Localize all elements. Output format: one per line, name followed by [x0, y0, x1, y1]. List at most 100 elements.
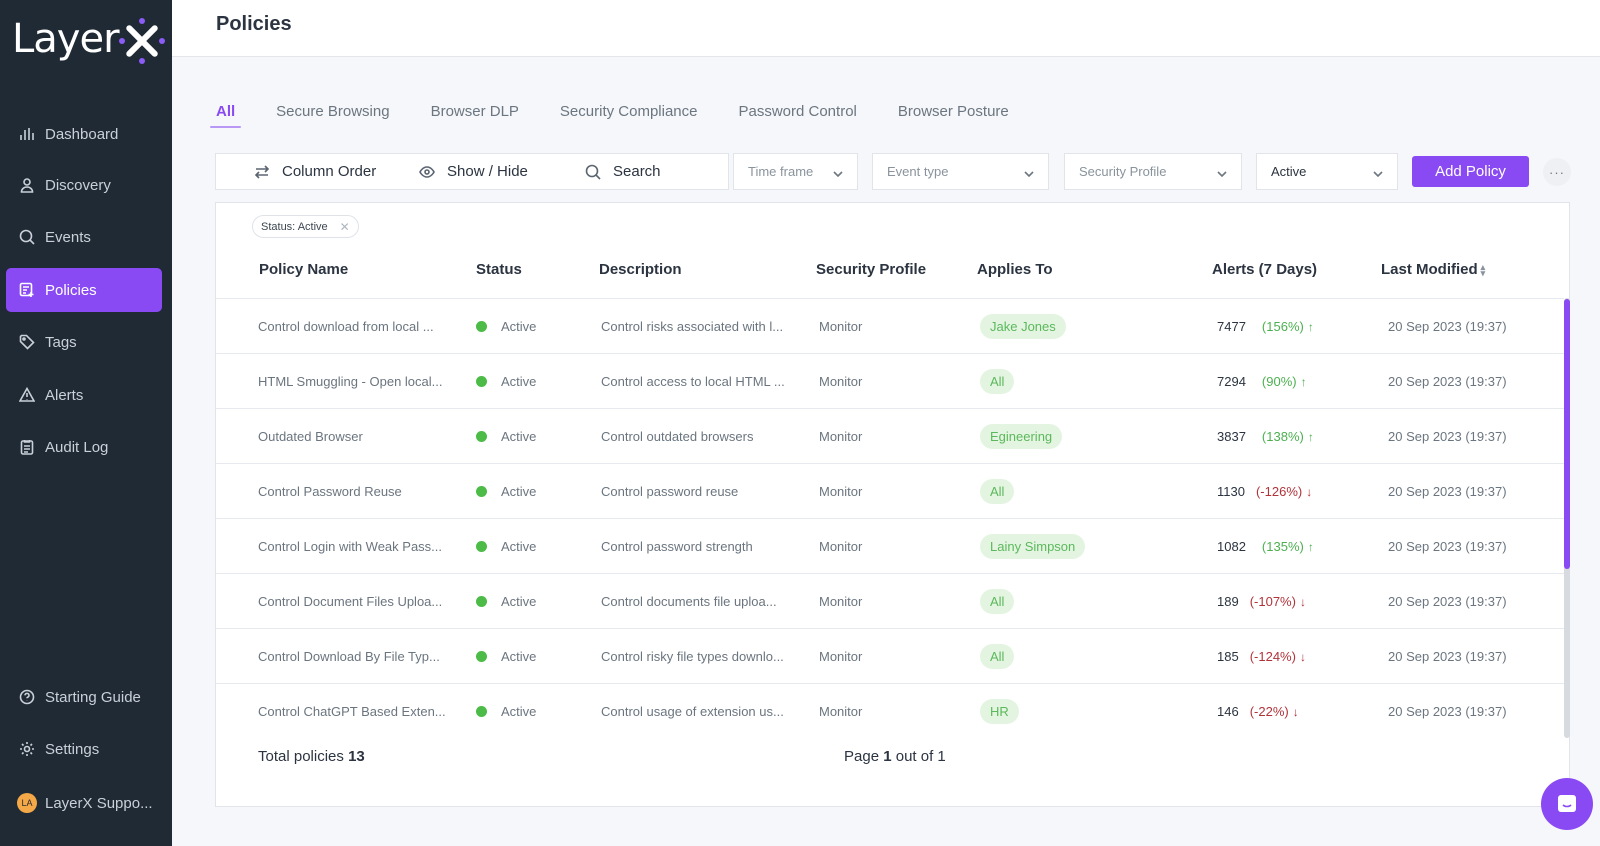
sidebar-item-settings[interactable]: Settings — [6, 727, 162, 771]
sidebar-item-tags[interactable]: Tags — [6, 320, 162, 364]
status-text: Active — [501, 704, 537, 719]
status-cell: Active — [476, 519, 536, 574]
total-value: 13 — [348, 748, 365, 765]
tag-icon — [19, 334, 35, 350]
sidebar-item-events[interactable]: Events — [6, 215, 162, 259]
sidebar-item-label: Policies — [45, 281, 97, 299]
show-hide-button[interactable]: Show / Hide — [419, 163, 528, 180]
table-row[interactable]: Outdated Browser Active Control outdated b… — [216, 408, 1564, 463]
column-order-button[interactable]: Column Order — [254, 163, 376, 180]
status-dot-icon — [476, 431, 487, 442]
column-header-status[interactable]: Status — [476, 261, 522, 278]
alerts-cell: 7294 (90%) ↑ — [1217, 354, 1307, 409]
policy-name-cell: Control ChatGPT Based Exten... — [258, 684, 446, 739]
page-suffix: out of 1 — [895, 748, 946, 765]
policy-name-cell: Control download from local ... — [258, 299, 434, 354]
status-text: Active — [501, 594, 537, 609]
last-modified-cell: 20 Sep 2023 (19:37) — [1388, 354, 1507, 409]
column-header-description[interactable]: Description — [599, 261, 682, 278]
applies-to-cell: All — [980, 354, 1015, 409]
chat-support-button[interactable] — [1541, 778, 1593, 830]
user-name: LayerX Suppo... — [45, 794, 153, 812]
table-row[interactable]: Control Password Reuse Active Control pass… — [216, 463, 1564, 518]
applies-to-cell: All — [980, 574, 1015, 629]
status-dropdown[interactable]: Active — [1256, 153, 1398, 190]
security-profile-dropdown[interactable]: Security Profile — [1064, 153, 1242, 190]
status-dot-icon — [476, 486, 487, 497]
user-account[interactable]: LA LayerX Suppo... — [6, 781, 162, 825]
table-row[interactable]: Control Download By File Typ... Active Con… — [216, 628, 1564, 683]
table-toolbar: Column Order Show / Hide Search — [215, 153, 729, 190]
column-header-last-modified[interactable]: Last Modified ▴ ▾ — [1381, 261, 1485, 278]
tab-password-control[interactable]: Password Control — [732, 100, 862, 128]
sidebar-item-alerts[interactable]: Alerts — [6, 373, 162, 417]
clipboard-icon — [19, 439, 35, 455]
time-frame-dropdown[interactable]: Time frame — [733, 153, 858, 190]
scrollbar-thumb[interactable] — [1564, 299, 1570, 569]
alerts-change: (135%) — [1261, 539, 1304, 554]
tab-secure-browsing[interactable]: Secure Browsing — [270, 100, 395, 128]
chat-icon — [1558, 795, 1576, 812]
chevron-down-icon — [1024, 167, 1034, 177]
security-profile-text: Monitor — [819, 594, 863, 609]
sort-icon[interactable]: ▴ ▾ — [1481, 263, 1486, 278]
layerx-logo[interactable]: Layer — [12, 14, 165, 64]
total-policies: Total policies 13 — [258, 748, 365, 765]
policy-name-text: Control Login with Weak Pass... — [258, 539, 443, 554]
applies-to-badge: Egineering — [980, 424, 1063, 449]
alerts-change: (156%) — [1261, 319, 1304, 334]
status-dot-icon — [476, 706, 487, 717]
tab-all[interactable]: All — [210, 100, 242, 128]
description-cell: Control risky file types downlo... — [601, 629, 784, 684]
status-cell: Active — [476, 574, 536, 629]
column-header-alerts[interactable]: Alerts (7 Days) — [1212, 261, 1317, 278]
tab-browser-posture[interactable]: Browser Posture — [892, 100, 1015, 128]
table-row[interactable]: Control download from local ... Active Con… — [216, 298, 1564, 353]
close-icon[interactable]: ✕ — [340, 220, 350, 234]
alerts-cell: 1130 (-126%) ↓ — [1217, 464, 1312, 519]
column-header-label: Last Modified — [1381, 261, 1478, 278]
table-row[interactable]: Control Document Files Uploa... Active Con… — [216, 573, 1564, 628]
arrow-down-icon: ↓ — [1299, 594, 1306, 609]
last-modified-text: 20 Sep 2023 (19:37) — [1388, 374, 1507, 389]
sidebar-item-dashboard[interactable]: Dashboard — [6, 112, 162, 156]
event-type-dropdown[interactable]: Event type — [872, 153, 1049, 190]
column-header-applies-to[interactable]: Applies To — [977, 261, 1053, 278]
alerts-change: (-126%) — [1255, 484, 1303, 499]
policy-name-text: Control Download By File Typ... — [258, 649, 440, 664]
sidebar-item-audit-log[interactable]: Audit Log — [6, 425, 162, 469]
table-row[interactable]: Control Login with Weak Pass... Active Con… — [216, 518, 1564, 573]
applies-to-badge: Lainy Simpson — [980, 534, 1086, 559]
description-text: Control documents file uploa... — [601, 594, 777, 609]
swap-arrows-icon — [254, 164, 270, 179]
event-type-label: Event type — [887, 164, 949, 179]
search-input[interactable]: Search — [585, 163, 661, 180]
policy-name-cell: Control Document Files Uploa... — [258, 574, 442, 629]
arrow-down-icon: ↓ — [1292, 704, 1299, 719]
alerts-change: (-107%) — [1249, 594, 1296, 609]
status-text: Active — [501, 539, 537, 554]
sidebar-item-starting-guide[interactable]: Starting Guide — [6, 675, 162, 719]
policy-name-cell: HTML Smuggling - Open local... — [258, 354, 442, 409]
column-header-policy-name[interactable]: Policy Name — [259, 261, 348, 278]
table-row[interactable]: HTML Smuggling - Open local... Active Cont… — [216, 353, 1564, 408]
table-row[interactable]: Control ChatGPT Based Exten... Active Cont… — [216, 683, 1564, 738]
column-header-security-profile[interactable]: Security Profile — [816, 261, 926, 278]
alerts-count: 146 — [1217, 704, 1239, 719]
more-options-button[interactable]: ··· — [1543, 158, 1571, 186]
tab-security-compliance[interactable]: Security Compliance — [554, 100, 704, 128]
sidebar-item-policies[interactable]: Policies — [6, 268, 162, 312]
applies-to-cell: All — [980, 464, 1015, 519]
applies-to-cell: All — [980, 629, 1015, 684]
sidebar-item-discovery[interactable]: Discovery — [6, 163, 162, 207]
alerts-cell: 189 (-107%) ↓ — [1217, 574, 1306, 629]
tab-browser-dlp[interactable]: Browser DLP — [425, 100, 525, 128]
alerts-change: (138%) — [1261, 429, 1304, 444]
security-profile-cell: Monitor — [819, 519, 862, 574]
security-profile-cell: Monitor — [819, 409, 862, 464]
status-dot-icon — [476, 651, 487, 662]
add-policy-button[interactable]: Add Policy — [1412, 156, 1529, 187]
alerts-count: 1130 — [1217, 484, 1245, 499]
security-profile-cell: Monitor — [819, 574, 862, 629]
applies-to-badge: All — [980, 369, 1015, 394]
